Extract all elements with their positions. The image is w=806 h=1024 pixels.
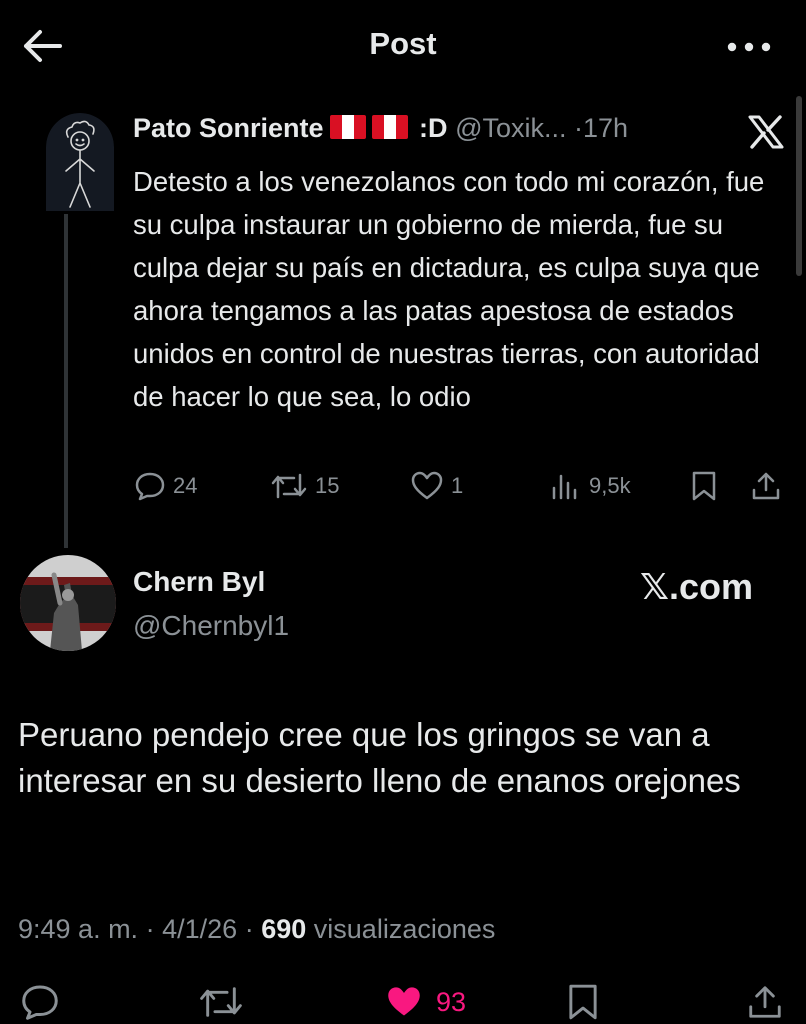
repost-icon: [200, 987, 242, 1017]
separator: ·: [244, 914, 254, 944]
like-button[interactable]: 1: [410, 470, 463, 502]
quoted-post-header[interactable]: Pato Sonriente :D @Toxik... ·17h: [133, 113, 628, 144]
share-icon: [749, 986, 781, 1018]
views-button[interactable]: 9,5k: [550, 470, 631, 502]
more-icon: [727, 42, 771, 52]
reply-icon: [22, 985, 58, 1020]
like-count: 93: [436, 986, 467, 1017]
views-label: visualizaciones: [313, 914, 496, 944]
peru-flag-icon: [371, 115, 408, 139]
views-count: 690: [261, 914, 307, 944]
reply-count: 24: [173, 473, 198, 498]
reply-button[interactable]: [20, 982, 60, 1022]
separator: ·: [574, 113, 584, 143]
post-text: Peruano pendejo cree que los gringos se …: [18, 716, 741, 799]
page-title: Post: [369, 26, 437, 61]
share-button[interactable]: [750, 470, 789, 502]
separator: ·: [145, 914, 155, 944]
source-link[interactable]: 𝕏.com: [640, 566, 753, 608]
quoted-post-text: Detesto a los venezolanos con todo mi co…: [133, 166, 765, 412]
author-handle: @Toxik...: [455, 113, 567, 143]
like-button[interactable]: 93: [384, 982, 466, 1022]
share-button[interactable]: [746, 982, 784, 1022]
more-options-button[interactable]: [722, 30, 776, 64]
peru-flag-icon: [329, 115, 366, 139]
thread-line: [64, 214, 68, 548]
avatar[interactable]: [20, 555, 116, 651]
heart-filled-icon: [388, 987, 420, 1016]
name-suffix: :D: [419, 113, 448, 143]
repost-button[interactable]: 15: [270, 470, 339, 502]
reply-button[interactable]: 24: [134, 470, 197, 502]
repost-count: 15: [315, 473, 340, 498]
like-count: 1: [451, 473, 464, 498]
author-handle[interactable]: @Chernbyl1: [133, 610, 289, 642]
repost-icon: [271, 473, 307, 499]
author-name: Pato Sonriente: [133, 113, 324, 143]
bookmark-button[interactable]: [690, 470, 725, 502]
views-icon: [552, 474, 577, 500]
x-logo-icon[interactable]: [746, 114, 786, 150]
post-time: 17h: [583, 113, 629, 143]
post-meta: 9:49 a. m. · 4/1/26 · 690 visualizacione…: [18, 914, 495, 945]
avatar[interactable]: [46, 113, 114, 211]
profile-photo-icon: [20, 555, 116, 651]
like-icon: [411, 471, 443, 500]
bookmark-icon: [692, 471, 716, 501]
bookmark-button[interactable]: [566, 982, 600, 1022]
bookmark-icon: [569, 984, 597, 1020]
post-date: 4/1/26: [162, 914, 238, 944]
scrollbar[interactable]: [796, 96, 802, 276]
author-name[interactable]: Chern Byl: [133, 566, 265, 598]
views-count: 9,5k: [589, 473, 631, 498]
post-time: 9:49 a. m.: [18, 914, 139, 944]
reply-icon: [135, 472, 165, 501]
share-icon: [752, 472, 780, 500]
repost-button[interactable]: [198, 982, 244, 1022]
stick-figure-avatar-icon: [46, 113, 114, 211]
